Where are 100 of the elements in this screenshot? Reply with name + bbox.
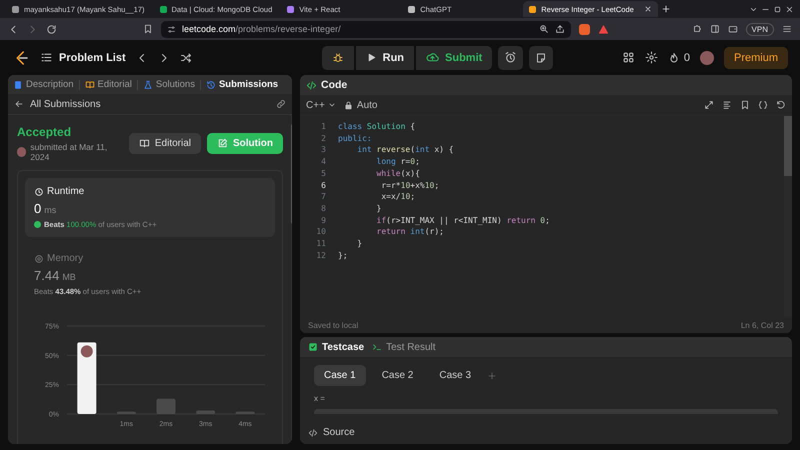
arrow-left-icon [14,99,24,109]
code-icon [306,80,317,90]
scrollbar[interactable] [784,116,792,317]
editorial-button[interactable]: Editorial [128,133,201,154]
fire-icon [668,52,680,64]
cursor-position: Ln 6, Col 23 [740,320,784,330]
metric-title: Memory [34,253,266,264]
line-number: 7 [320,191,327,203]
avatar[interactable] [700,50,714,64]
bar [77,342,96,414]
link-icon[interactable] [276,99,286,109]
share-icon[interactable] [555,24,565,34]
new-tab-icon[interactable] [660,4,671,14]
tab-favicon-icon [529,6,536,12]
problem-list-link[interactable]: Problem List [40,51,126,64]
save-status: Saved to local [308,320,358,330]
source-link[interactable]: Source [300,421,792,444]
bookmark-icon[interactable] [143,24,153,34]
code-line: r=r*10+x%10; [380,180,440,192]
input-label: x = [313,393,326,405]
runtime-icon [34,186,44,196]
notes-button[interactable] [529,46,554,70]
terminal-icon [372,342,382,352]
timer-button[interactable] [498,46,524,70]
code-line: long r=0; [376,156,420,168]
submit-button[interactable]: Submit [416,46,492,70]
bar [236,412,255,414]
panel-tab[interactable]: Testcase [308,342,364,352]
case-tab[interactable]: Case 3 [429,365,482,386]
code-line: x=x/10; [380,191,416,203]
history-icon [206,80,216,90]
warning-triangle-icon[interactable] [598,24,609,34]
line-number: 12 [315,250,327,262]
code-line: return int(r); [376,226,444,238]
debug-button[interactable] [322,46,354,70]
maximize-icon[interactable] [773,4,782,14]
panel-tab[interactable]: Editorial [84,79,132,90]
streak-counter[interactable]: 0 [668,52,690,64]
line-number: 2 [320,132,327,144]
line-number: 8 [320,202,327,215]
code-line: int reverse(int x) { [356,144,454,156]
code-icon [308,428,318,438]
reload-icon[interactable] [46,24,57,34]
bookmark-icon[interactable] [740,100,750,110]
address-bar[interactable]: leetcode.com/problems/reverse-integer/ [161,20,571,38]
site-settings-icon[interactable] [167,24,176,34]
tab-favicon-icon [408,6,416,12]
wallet-icon[interactable] [728,24,738,34]
code-line: } [356,238,362,250]
memory-icon [34,254,44,264]
panel-tab[interactable]: Submissions [206,79,278,90]
settings-icon[interactable] [644,51,658,64]
shuffle-icon[interactable] [180,52,192,64]
alarm-icon [504,51,518,64]
sidebar-icon[interactable] [710,24,720,34]
line-number: 10 [315,226,327,238]
flask-icon [142,80,153,90]
expand-icon[interactable] [704,100,714,110]
metric-value: 0 ms [34,201,58,216]
run-button[interactable]: Run [356,46,414,70]
code-line: if(r>INT_MAX || r<INT_MIN) return 0; [376,214,550,226]
grid-icon[interactable] [622,51,635,64]
metric-title: Runtime [34,186,266,197]
bar [196,410,216,414]
tab-favicon-icon [160,6,166,12]
cloud-upload-icon [426,51,440,64]
description-icon [13,80,23,90]
reset-icon[interactable] [776,100,786,110]
line-number: 6 [320,180,327,192]
chevron-down-icon [328,101,336,109]
line-number: 1 [320,121,327,133]
tab-favicon-icon [287,6,294,12]
case-tab[interactable]: Case 1 [314,365,366,386]
avatar [17,147,26,157]
panel-tab[interactable]: Description [13,79,74,90]
panel-tab[interactable]: Solutions [142,79,195,90]
case-tab[interactable]: Case 2 [372,365,424,386]
vpn-button[interactable]: VPN [746,22,774,36]
close-tab-icon[interactable] [644,5,652,13]
premium-button[interactable]: Premium [724,46,788,68]
check-icon [308,342,318,352]
braces-icon[interactable] [758,100,768,110]
url-text: leetcode.com/problems/reverse-integer/ [182,24,341,34]
metric-value: 7.44 MB [34,268,77,283]
language-dropdown[interactable]: C++ [306,100,336,110]
bug-icon [332,52,344,64]
menu-icon[interactable] [782,24,792,34]
note-icon [535,52,548,64]
all-submissions-link[interactable]: All Submissions [14,98,101,110]
close-icon[interactable] [785,4,794,14]
book-icon [138,138,150,149]
code-line: } [376,202,382,215]
panel-tab[interactable]: Test Result [372,342,436,352]
code-line: class Solution { [338,121,416,133]
code-line: while(x){ [376,168,420,180]
zoom-icon[interactable] [539,24,549,34]
code-line: }; [338,250,348,262]
auto-mode-label[interactable]: Auto [344,100,378,110]
extensions-icon[interactable] [692,24,702,34]
format-icon[interactable] [722,100,732,110]
